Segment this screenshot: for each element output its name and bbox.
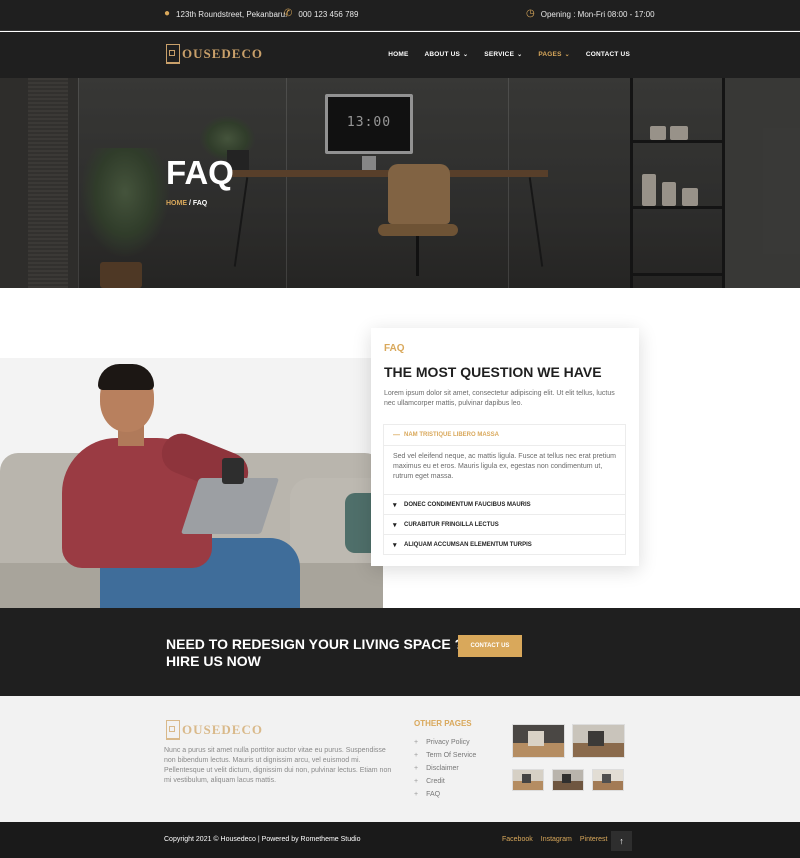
cta-line-1: NEED TO REDESIGN YOUR LIVING SPACE ? [166,636,464,652]
page-title: FAQ [166,154,234,191]
nav-about[interactable]: ABOUT US ⌄ [425,51,469,58]
chevron-down-icon: ⌄ [517,52,523,58]
chevron-down-icon: ⌄ [564,52,570,58]
nav-contact-label: CONTACT US [585,51,630,58]
pinterest-link[interactable]: Pinterest [580,836,608,843]
breadcrumb-home[interactable]: HOME [166,200,187,207]
nav-pages[interactable]: PAGES ⌄ [538,51,570,58]
footer-link[interactable]: + Credit [414,775,476,788]
cta-heading: NEED TO REDESIGN YOUR LIVING SPACE ? HIR… [166,636,463,670]
nav-service[interactable]: SERVICE ⌄ [484,51,522,58]
cta-line-2: HIRE US NOW [166,653,261,669]
site-logo[interactable]: OUSEDECO [166,44,263,64]
main-navbar: OUSEDECO HOME ABOUT US ⌄ SERVICE ⌄ PAGES ⌄ … [0,32,800,78]
contact-us-button[interactable]: CONTACT US [458,635,522,657]
clock-icon: ◷ [526,8,535,19]
coffee-mug [222,458,244,484]
nav-service-label: SERVICE [484,51,515,58]
footer-link[interactable]: + Privacy Policy [414,736,476,749]
gallery-thumbnail[interactable] [512,769,544,791]
faq-kicker: FAQ [384,343,405,354]
cta-banner: NEED TO REDESIGN YOUR LIVING SPACE ? HIR… [0,608,800,696]
map-pin-icon: ● [164,8,171,19]
phone-text[interactable]: 000 123 456 789 [298,10,358,19]
nav-home-label: HOME [388,51,409,58]
person-hair [98,364,154,390]
faq-heading: THE MOST QUESTION WE HAVE [384,364,602,380]
house-logo-icon [166,44,180,64]
minus-icon: — [393,431,400,439]
hours-info: ◷ Opening : Mon-Fri 08:00 - 17:00 [526,9,655,19]
back-to-top-button[interactable]: ↑ [611,831,632,851]
hero-overlay [0,78,800,288]
chevron-down-icon: ▾ [393,541,397,549]
footer-description: Nunc a purus sit amet nulla porttitor au… [164,747,392,784]
top-info-bar: ● 123th Roundstreet, Pekanbaru. ✆ 000 12… [0,0,800,31]
site-footer: OUSEDECO Nunc a purus sit amet nulla por… [0,696,800,822]
accordion-item-title: CURABITUR FRINGILLA LECTUS [404,521,499,528]
footer-link-label: Privacy Policy [426,739,470,746]
breadcrumb: HOME / FAQ [166,200,207,207]
facebook-link[interactable]: Facebook [502,836,533,843]
footer-link[interactable]: + FAQ [414,788,476,801]
plus-icon: + [414,765,419,772]
nav-about-label: ABOUT US [424,51,461,58]
main-menu: HOME ABOUT US ⌄ SERVICE ⌄ PAGES ⌄ CONTACT U… [388,51,630,58]
address-text: 123th Roundstreet, Pekanbaru. [176,9,288,19]
instagram-link[interactable]: Instagram [541,836,572,843]
nav-pages-label: PAGES [538,51,562,58]
chevron-down-icon: ▾ [393,501,397,509]
footer-link[interactable]: + Disclaimer [414,762,476,775]
gallery-thumbnail[interactable] [512,724,565,758]
footer-link-label: Disclaimer [426,765,459,772]
arrow-up-icon: ↑ [619,836,624,846]
accordion-item-header[interactable]: ▾ DONEC CONDIMENTUM FAUCIBUS MAURIS [384,494,625,514]
house-logo-icon [166,720,180,740]
phone-info[interactable]: ✆ 000 123 456 789 [284,9,358,19]
faq-card: FAQ THE MOST QUESTION WE HAVE Lorem ipsu… [371,328,639,566]
footer-logo[interactable]: OUSEDECO [166,720,263,740]
faq-accordion: — NAM TRISTIQUE LIBERO MASSA Sed vel ele… [383,424,626,555]
plus-icon: + [414,752,419,759]
accordion-item-header[interactable]: ▾ CURABITUR FRINGILLA LECTUS [384,514,625,534]
page-hero: 13:00 FAQ HOME / FAQ [0,78,800,288]
accordion-item-title: ALIQUAM ACCUMSAN ELEMENTUM TURPIS [404,541,532,548]
chevron-down-icon: ▾ [393,521,397,529]
address-info: ● 123th Roundstreet, Pekanbaru. [164,9,287,19]
accordion-item-header[interactable]: ▾ ALIQUAM ACCUMSAN ELEMENTUM TURPIS [384,534,625,554]
chevron-down-icon: ⌄ [463,52,469,58]
phone-icon: ✆ [284,8,293,19]
accordion-item-header[interactable]: — NAM TRISTIQUE LIBERO MASSA [384,425,625,445]
accordion-item-title: DONEC CONDIMENTUM FAUCIBUS MAURIS [404,501,531,508]
copyright-text: Copyright 2021 © Housedeco | Powered by … [164,836,361,843]
footer-link-label: Term Of Service [426,752,477,759]
nav-home[interactable]: HOME [388,51,408,58]
faq-intro: Lorem ipsum dolor sit amet, consectetur … [384,390,615,407]
accordion-item-title: NAM TRISTIQUE LIBERO MASSA [404,432,500,438]
copyright-bar: Copyright 2021 © Housedeco | Powered by … [0,822,800,858]
logo-text: OUSEDECO [182,46,263,61]
gallery-thumbnail[interactable] [552,769,584,791]
accordion-item-body: Sed vel eleifend neque, ac mattis ligula… [384,445,625,494]
plus-icon: + [414,739,419,746]
breadcrumb-current: FAQ [192,200,208,207]
gallery-thumbnail[interactable] [572,724,625,758]
faq-photo [0,358,383,608]
footer-links: + Privacy Policy + Term Of Service + Discla… [414,736,476,801]
footer-logo-text: OUSEDECO [182,722,263,737]
footer-link[interactable]: + Term Of Service [414,749,476,762]
plus-icon: + [414,778,419,785]
footer-link-label: Credit [426,778,445,785]
footer-links-title: OTHER PAGES [414,719,472,728]
footer-link-label: FAQ [426,791,441,798]
faq-section: FAQ THE MOST QUESTION WE HAVE Lorem ipsu… [0,288,800,608]
hours-text: Opening : Mon-Fri 08:00 - 17:00 [540,9,655,19]
gallery-thumbnail[interactable] [592,769,624,791]
nav-contact[interactable]: CONTACT US [586,51,630,58]
plus-icon: + [414,791,419,798]
social-links: Facebook Instagram Pinterest [502,836,608,843]
